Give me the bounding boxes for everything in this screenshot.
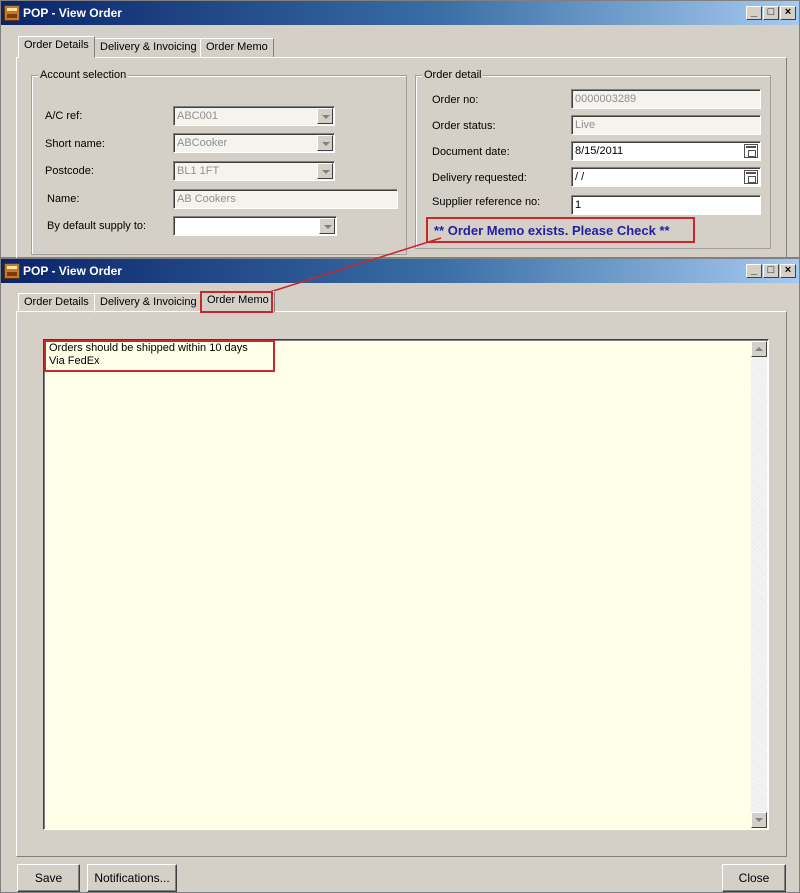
memo-scrollbar[interactable] <box>751 341 767 828</box>
window-title: POP - View Order <box>23 264 122 278</box>
save-button[interactable]: Save <box>17 864 80 892</box>
calendar-icon[interactable] <box>744 170 758 184</box>
calendar-icon[interactable] <box>744 144 758 158</box>
short-name-value: ABCooker <box>177 137 228 149</box>
account-selection-legend: Account selection <box>38 69 129 81</box>
order-no-value: 0000003289 <box>575 93 637 105</box>
short-name-label: Short name: <box>45 138 105 150</box>
postcode-dropdown[interactable]: BL1 1FT <box>173 161 335 181</box>
tab-order-details[interactable]: Order Details <box>18 293 95 313</box>
default-supply-dropdown[interactable] <box>173 216 337 236</box>
order-status-value: Live <box>575 119 596 131</box>
tab-delivery-invoicing[interactable]: Delivery & Invoicing <box>94 293 203 313</box>
title-bar[interactable]: POP - View Order _ □ × <box>1 1 799 25</box>
tab-order-details[interactable]: Order Details <box>18 36 95 58</box>
memo-alert-callout: ** Order Memo exists. Please Check ** <box>426 217 695 243</box>
tab-highlight-box <box>200 291 273 313</box>
name-field[interactable]: AB Cookers <box>173 189 398 209</box>
delivery-requested-value: / / <box>575 171 585 183</box>
ac-ref-label: A/C ref: <box>45 110 83 122</box>
minimize-button[interactable]: _ <box>746 6 762 20</box>
delivery-requested-field[interactable]: / / <box>571 167 761 187</box>
maximize-button[interactable]: □ <box>763 6 779 20</box>
view-order-window-back: POP - View Order _ □ × Order Details Del… <box>0 0 800 262</box>
chevron-down-icon[interactable] <box>317 108 333 124</box>
app-icon <box>4 263 20 279</box>
supplier-ref-value: 1 <box>575 199 582 211</box>
ac-ref-dropdown[interactable]: ABC001 <box>173 106 335 126</box>
order-status-label: Order status: <box>432 120 496 132</box>
order-status-field[interactable]: Live <box>571 115 761 135</box>
order-no-label: Order no: <box>432 94 479 106</box>
scroll-up-icon[interactable] <box>751 341 767 357</box>
postcode-value: BL1 1FT <box>177 165 220 177</box>
scroll-down-icon[interactable] <box>751 812 767 828</box>
supplier-ref-label: Supplier reference no: <box>432 196 541 208</box>
short-name-dropdown[interactable]: ABCooker <box>173 133 335 153</box>
chevron-down-icon[interactable] <box>319 218 335 234</box>
document-date-label: Document date: <box>432 146 510 158</box>
name-value: AB Cookers <box>177 193 236 205</box>
view-order-window-front: POP - View Order _ □ × Order Details Del… <box>0 258 800 893</box>
tab-delivery-invoicing[interactable]: Delivery & Invoicing <box>94 38 203 58</box>
default-supply-label: By default supply to: <box>47 220 147 232</box>
memo-highlight-box <box>44 340 275 372</box>
window-title: POP - View Order <box>23 6 122 20</box>
postcode-label: Postcode: <box>45 165 94 177</box>
order-detail-legend: Order detail <box>422 69 484 81</box>
maximize-button[interactable]: □ <box>763 264 779 278</box>
tab-order-memo[interactable]: Order Memo <box>200 38 274 58</box>
document-date-field[interactable]: 8/15/2011 <box>571 141 761 161</box>
chevron-down-icon[interactable] <box>317 163 333 179</box>
supplier-ref-field[interactable]: 1 <box>571 195 761 215</box>
minimize-button[interactable]: _ <box>746 264 762 278</box>
name-label: Name: <box>47 193 80 205</box>
title-bar[interactable]: POP - View Order _ □ × <box>1 259 799 283</box>
document-date-value: 8/15/2011 <box>575 145 624 157</box>
app-icon <box>4 5 20 21</box>
close-window-button[interactable]: × <box>780 6 796 20</box>
order-no-field[interactable]: 0000003289 <box>571 89 761 109</box>
delivery-requested-label: Delivery requested: <box>432 172 527 184</box>
close-button[interactable]: Close <box>722 864 786 892</box>
close-window-button[interactable]: × <box>780 264 796 278</box>
notifications-button[interactable]: Notifications... <box>87 864 177 892</box>
memo-textarea[interactable]: Orders should be shipped within 10 days … <box>43 339 769 830</box>
chevron-down-icon[interactable] <box>317 135 333 151</box>
ac-ref-value: ABC001 <box>177 110 218 122</box>
